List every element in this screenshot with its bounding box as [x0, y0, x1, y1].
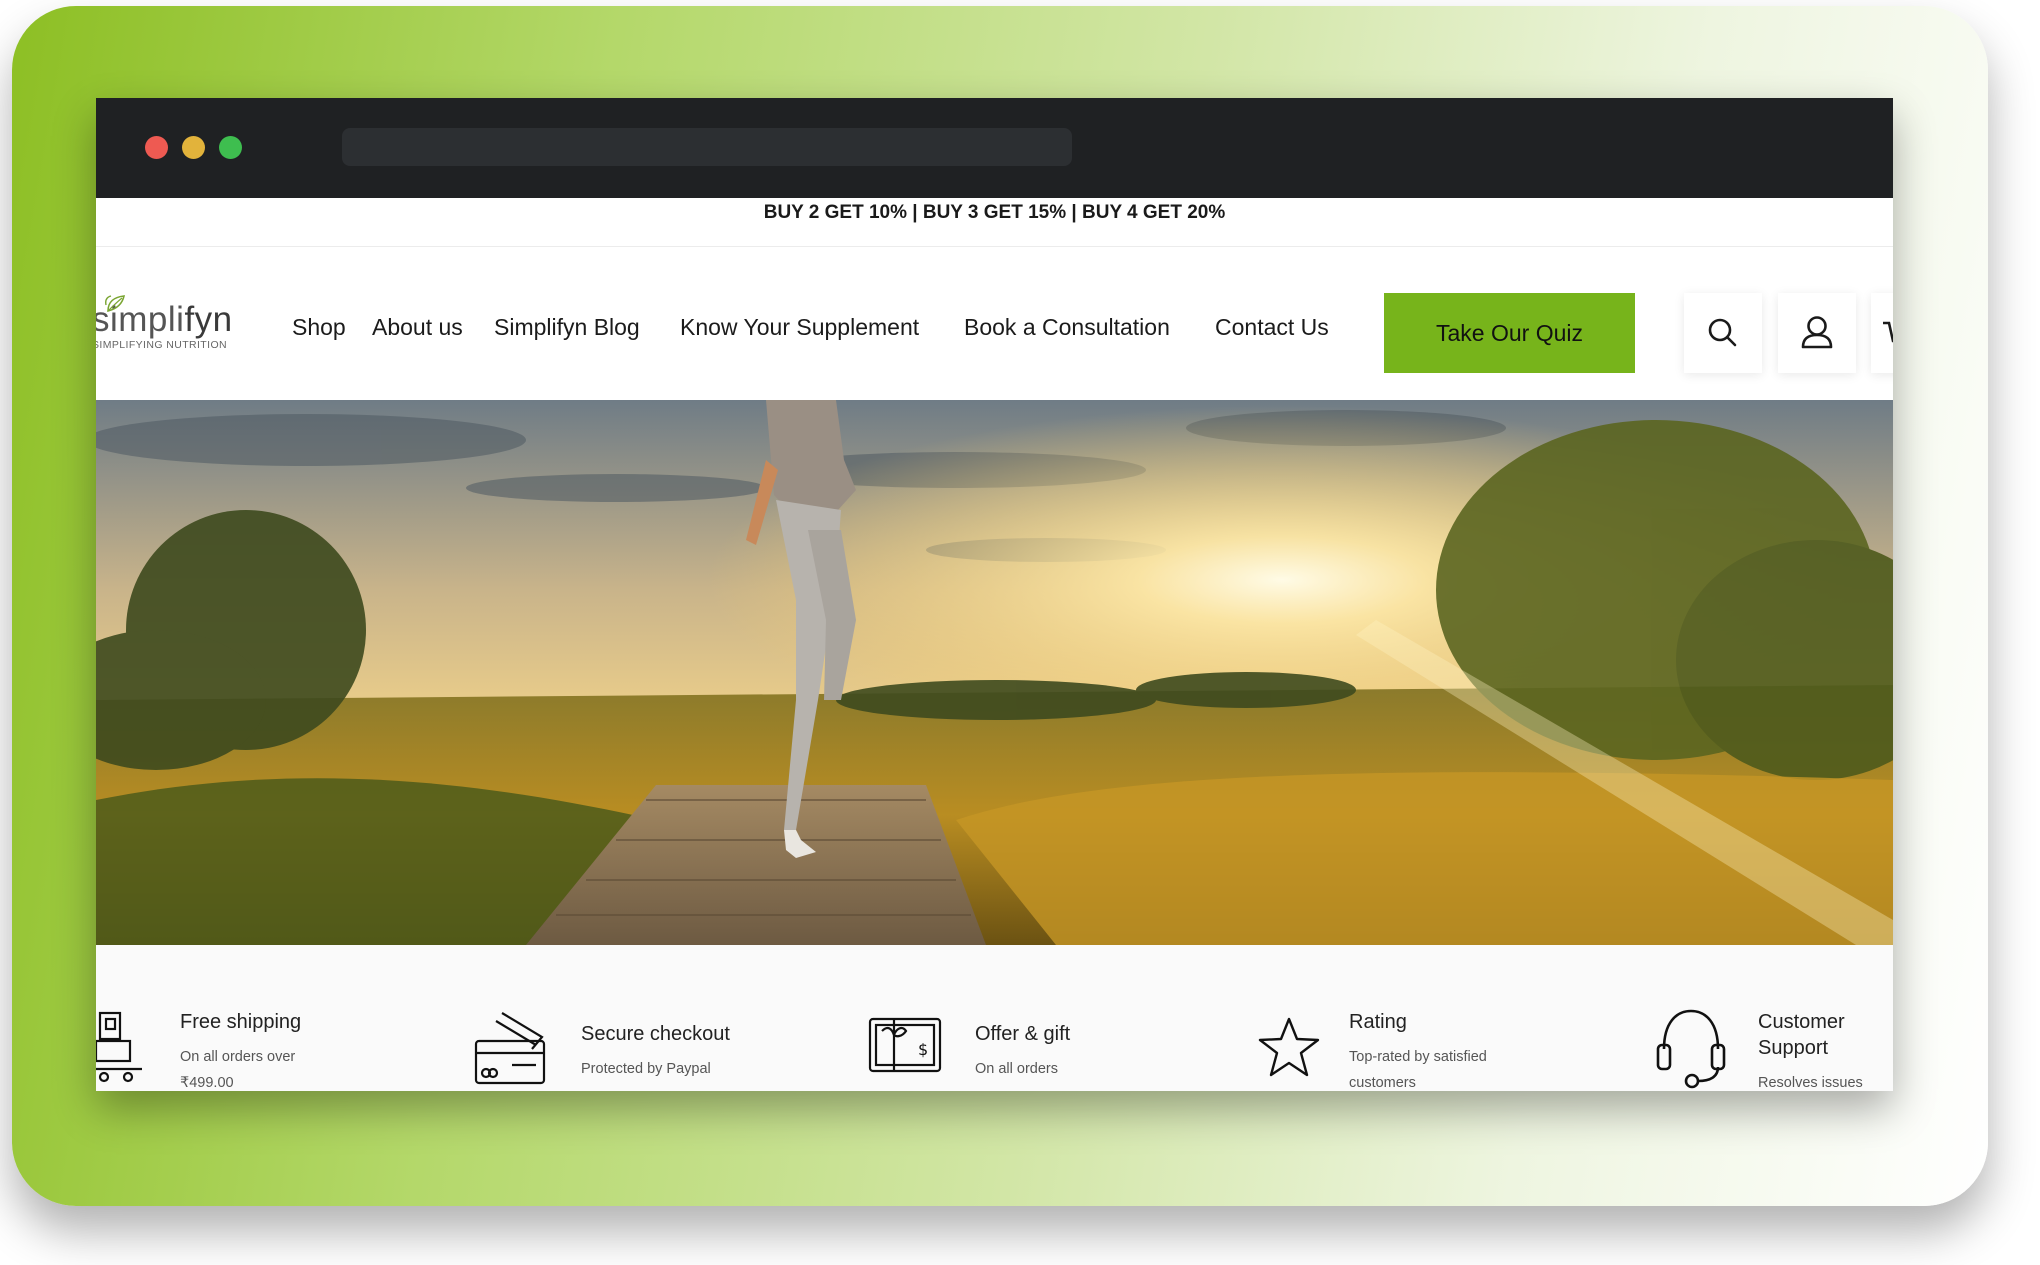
account-icon	[1801, 316, 1833, 349]
feature-subtitle-rating: Top-rated by satisfied	[1349, 1049, 1487, 1065]
browser-window: BUY 2 GET 10% | BUY 3 GET 15% | BUY 4 GE…	[96, 98, 1893, 1091]
feature-subtitle-offer-gift: On all orders	[975, 1061, 1059, 1077]
search-button[interactable]	[1684, 293, 1762, 373]
minimize-window-button[interactable]	[182, 136, 205, 159]
feature-subtitle-secure-checkout: Protected by Paypal	[581, 1061, 711, 1077]
hero-image	[96, 400, 1893, 945]
take-quiz-button[interactable]: Take Our Quiz	[1384, 293, 1635, 373]
promo-text: BUY 2 GET 10% | BUY 3 GET 15% | BUY 4 GE…	[763, 202, 1226, 223]
svg-text:$: $	[918, 1040, 928, 1059]
feature-subtitle-free-shipping-amount: ₹499.00	[180, 1075, 234, 1091]
feature-title-free-shipping: Free shipping	[180, 1011, 302, 1033]
account-button[interactable]	[1778, 293, 1856, 373]
feature-title-customer: Customer	[1758, 1011, 1845, 1033]
cart-icon	[1883, 321, 1893, 343]
feature-title-support: Support	[1758, 1037, 1829, 1059]
credit-card-icon	[474, 1012, 546, 1085]
address-bar[interactable]	[342, 128, 1072, 166]
brand-name-part2: fyn	[184, 300, 233, 339]
browser-titlebar	[96, 98, 1893, 198]
feature-title-rating: Rating	[1349, 1011, 1407, 1033]
nav-about-us[interactable]: About us	[372, 314, 463, 341]
brand-logo[interactable]: simplifyn SIMPLIFYING NUTRITION	[96, 295, 233, 351]
search-icon	[1708, 318, 1737, 347]
feature-title-secure-checkout: Secure checkout	[581, 1023, 730, 1045]
brand-tagline: SIMPLIFYING NUTRITION	[96, 339, 227, 351]
nav-simplifyn-blog[interactable]: Simplifyn Blog	[494, 314, 640, 341]
feature-subtitle-customer-support: Resolves issues	[1758, 1075, 1863, 1091]
site-header: simplifyn SIMPLIFYING NUTRITION Shop Abo…	[96, 247, 1893, 400]
hero-running-sunset-image	[96, 400, 1893, 945]
nav-know-your-supplement[interactable]: Know Your Supplement	[680, 314, 919, 341]
features-bar: Free shipping On all orders over ₹499.00…	[96, 945, 1893, 1091]
nav-shop[interactable]: Shop	[292, 314, 346, 341]
feature-subtitle-free-shipping: On all orders over	[180, 1049, 296, 1065]
nav-book-consultation[interactable]: Book a Consultation	[964, 314, 1170, 341]
delivery-cart-icon	[96, 1011, 142, 1083]
headset-icon	[1656, 1009, 1726, 1089]
close-window-button[interactable]	[145, 136, 168, 159]
gift-card-icon: $	[868, 1017, 942, 1073]
leaf-icon	[105, 295, 126, 313]
cart-button[interactable]	[1871, 293, 1893, 373]
maximize-window-button[interactable]	[219, 136, 242, 159]
promo-bar: BUY 2 GET 10% | BUY 3 GET 15% | BUY 4 GE…	[96, 198, 1893, 247]
feature-subtitle-rating-customers: customers	[1349, 1075, 1416, 1091]
feature-title-offer-gift: Offer & gift	[975, 1023, 1071, 1045]
nav-contact-us[interactable]: Contact Us	[1215, 314, 1329, 341]
star-icon	[1258, 1017, 1320, 1077]
